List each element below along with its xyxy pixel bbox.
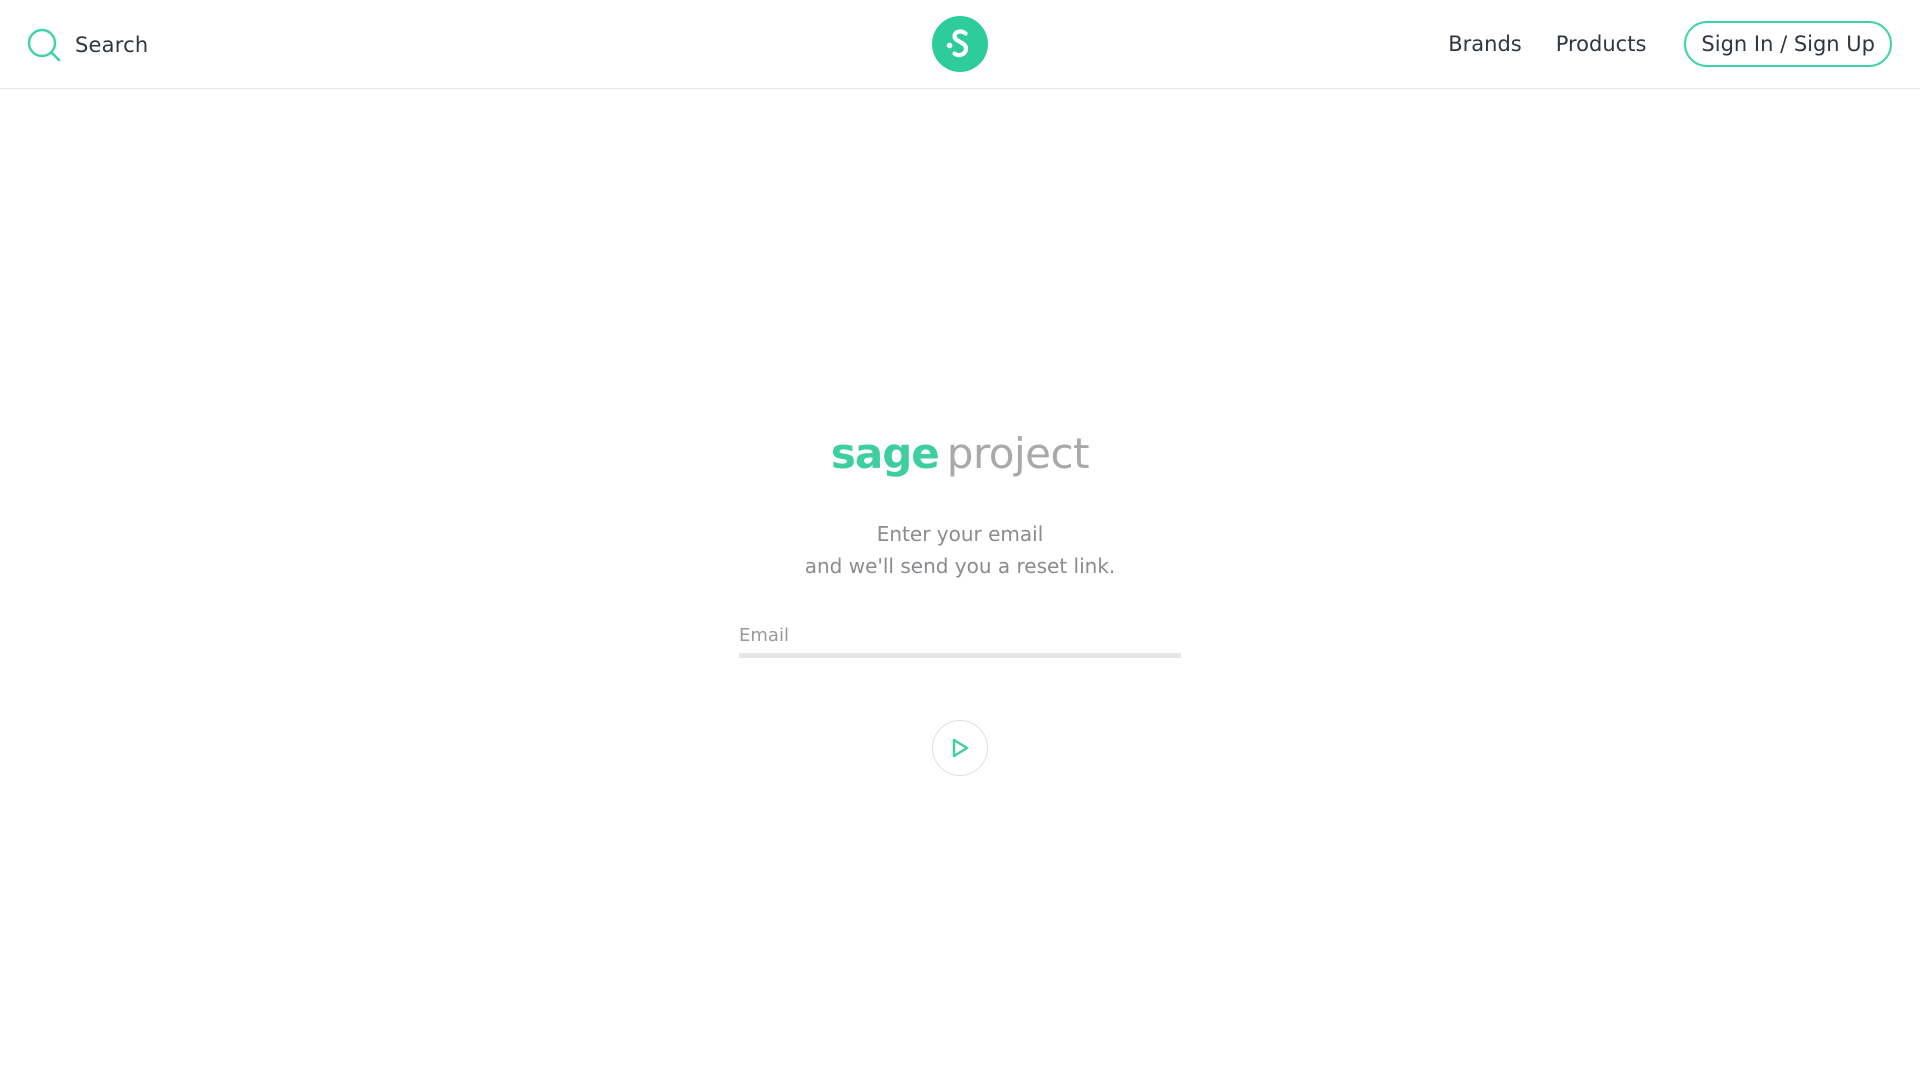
wordmark-sage: sage (830, 429, 940, 478)
main-nav: Brands Products Sign In / Sign Up (1448, 20, 1892, 68)
email-field[interactable] (739, 622, 1181, 658)
nav-products-link[interactable]: Products (1556, 32, 1647, 56)
reset-password-panel: sage project Enter your email and we'll s… (0, 90, 1920, 1066)
top-nav-bar: Search Brands Products Sign In / Sign Up (0, 0, 1920, 89)
submit-reset-button[interactable] (932, 720, 988, 776)
email-field-wrapper (739, 622, 1181, 658)
search-trigger[interactable]: Search (26, 26, 148, 64)
instruction-line-2: and we'll send you a reset link. (804, 554, 1116, 578)
instruction-line-1: Enter your email (876, 522, 1044, 546)
nav-brands-link[interactable]: Brands (1448, 32, 1522, 56)
reset-instructions: Enter your email and we'll send you a re… (0, 518, 1920, 582)
sign-in-sign-up-button[interactable]: Sign In / Sign Up (1684, 21, 1892, 67)
sage-logo-link[interactable] (932, 16, 988, 72)
wordmark-project: project (946, 429, 1090, 478)
sage-project-wordmark: sage project (0, 426, 1920, 482)
search-label: Search (75, 33, 149, 57)
sage-s-logo-icon (932, 16, 988, 72)
search-icon (27, 28, 61, 62)
play-arrow-icon (952, 738, 969, 758)
